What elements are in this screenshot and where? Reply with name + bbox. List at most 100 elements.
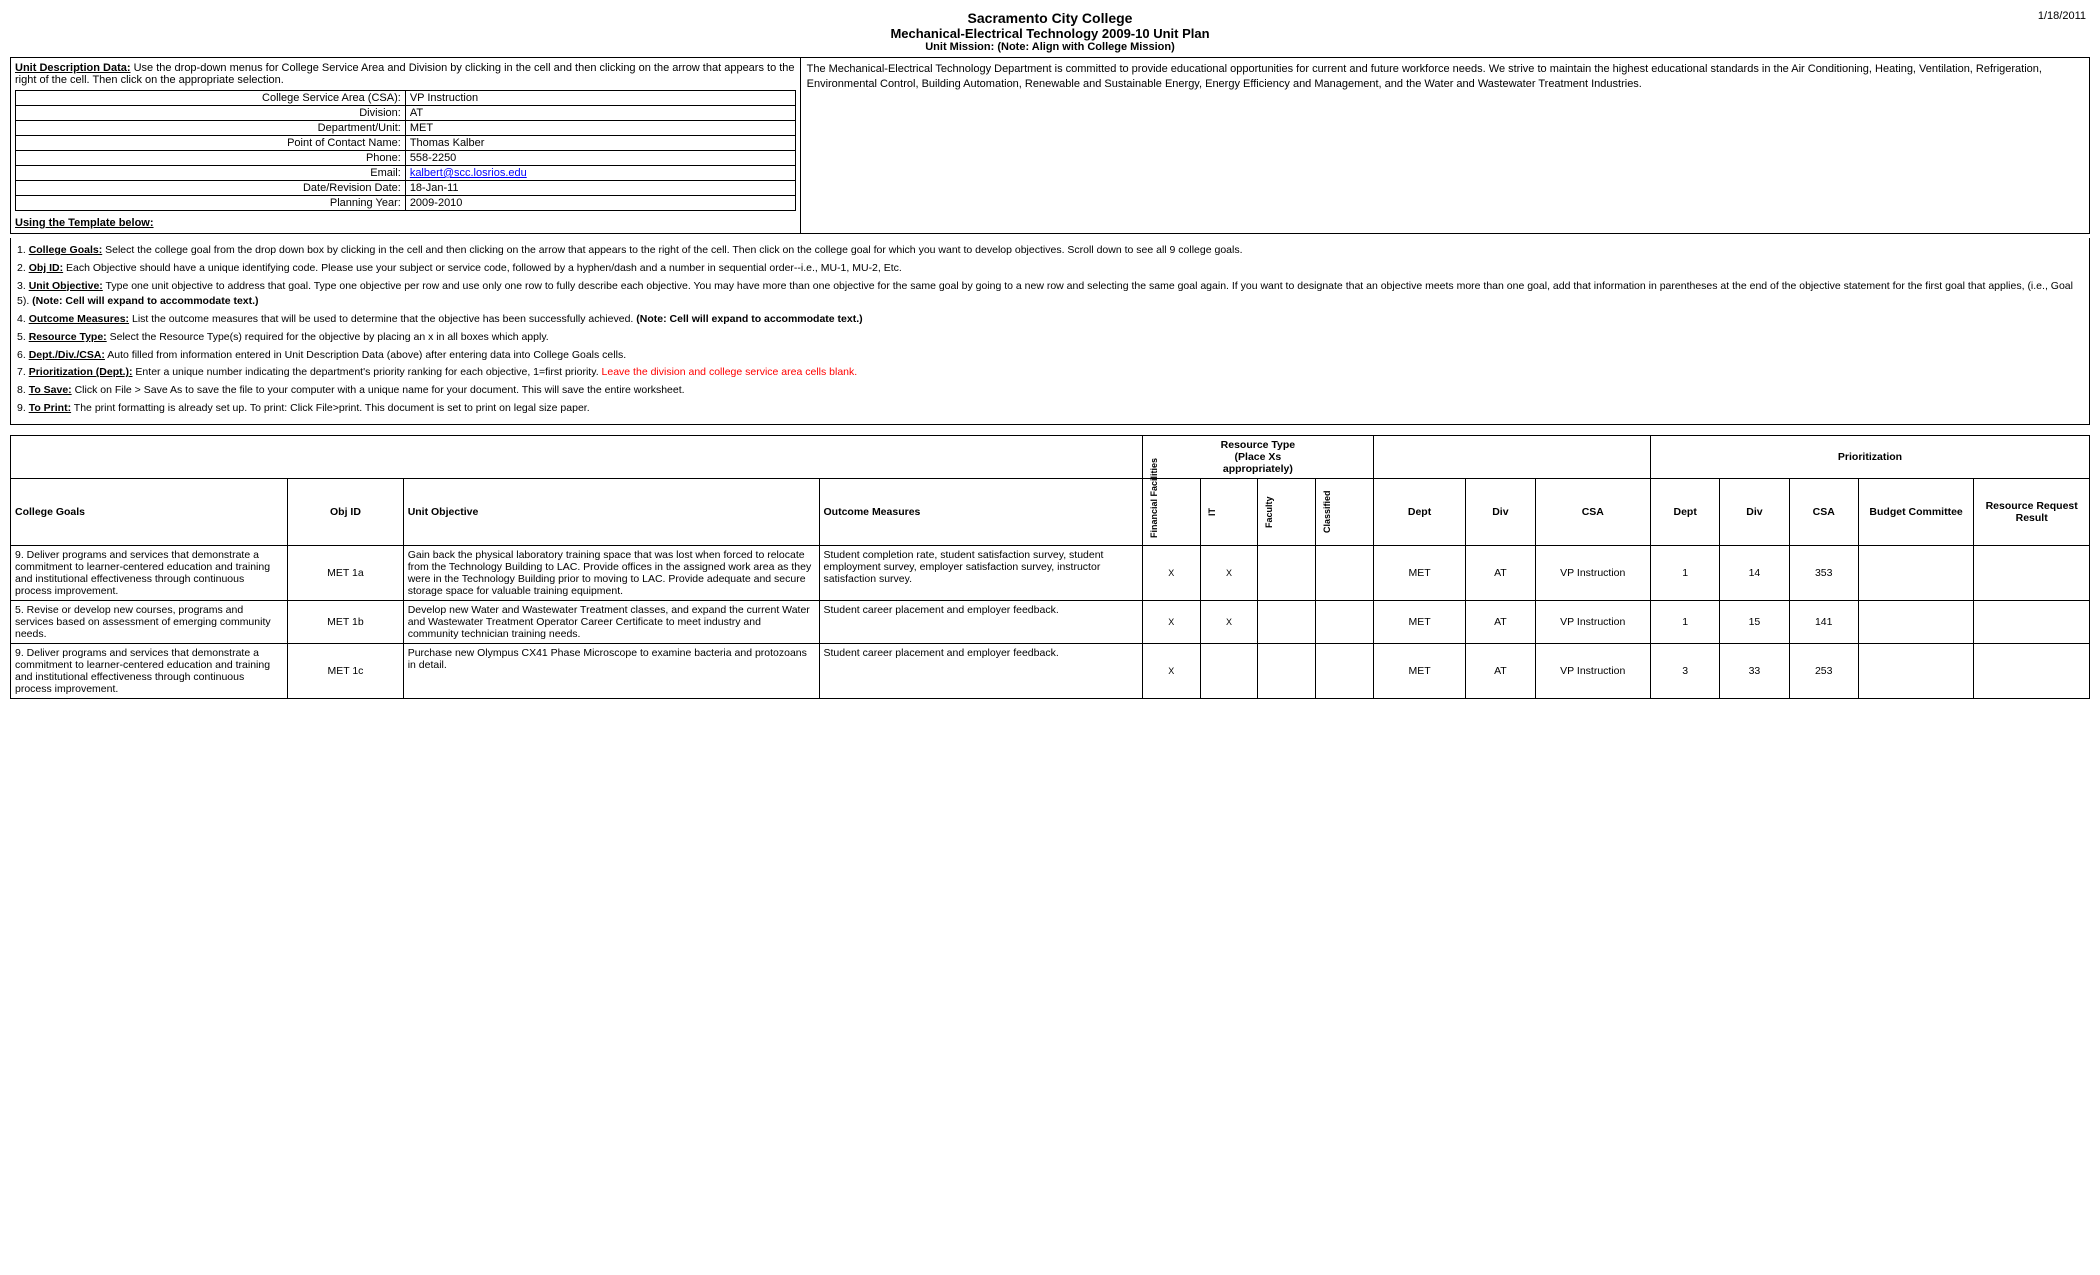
p-csa-cell: 141	[1789, 600, 1858, 643]
info-row: College Service Area (CSA):VP Instructio…	[16, 91, 796, 106]
csa-cell: VP Instruction	[1535, 545, 1650, 600]
info-label: Department/Unit:	[16, 121, 406, 136]
p-div-cell: 33	[1720, 643, 1789, 698]
col-header-faculty: Faculty	[1258, 478, 1316, 545]
p-csa-cell: 253	[1789, 643, 1858, 698]
div-cell: AT	[1466, 600, 1535, 643]
main-data-table: Resource Type(Place Xsappropriately) Pri…	[10, 435, 2090, 699]
financial-cell: X	[1142, 643, 1200, 698]
top-section: Unit Description Data: Use the drop-down…	[10, 57, 2090, 234]
info-label: Phone:	[16, 151, 406, 166]
inst-bold-label: College Goals:	[29, 244, 103, 256]
unit-obj-cell: Gain back the physical laboratory traini…	[403, 545, 819, 600]
col-header-classified: Classified	[1316, 478, 1374, 545]
info-label: Email:	[16, 166, 406, 181]
unit-desc-label: Unit Description Data:	[15, 62, 131, 74]
inst-bold-label: Outcome Measures:	[29, 313, 129, 325]
template-note: Using the Template below:	[15, 217, 796, 229]
college-goals-cell: 5. Revise or develop new courses, progra…	[11, 600, 288, 643]
outcome-cell: Student completion rate, student satisfa…	[819, 545, 1142, 600]
inst-text: Select the Resource Type(s) required for…	[107, 331, 549, 343]
unit-description-text: Unit Description Data: Use the drop-down…	[15, 62, 796, 86]
inst-text: Type one unit objective to address that …	[17, 280, 2073, 308]
outcome-cell: Student career placement and employer fe…	[819, 600, 1142, 643]
info-value: 18-Jan-11	[405, 181, 795, 196]
info-value: Thomas Kalber	[405, 136, 795, 151]
info-value: MET	[405, 121, 795, 136]
table-row: 9. Deliver programs and services that de…	[11, 545, 2090, 600]
unit-desc-body: Use the drop-down menus for College Serv…	[15, 62, 795, 86]
col-header-div: Div	[1466, 478, 1535, 545]
classified-cell	[1316, 643, 1374, 698]
col-header-obj-id: Obj ID	[288, 478, 403, 545]
col-header-it: IT	[1200, 478, 1258, 545]
financial-cell: X	[1142, 600, 1200, 643]
inst-text: Select the college goal from the drop do…	[102, 244, 1242, 256]
title1: Sacramento City College	[10, 10, 2090, 26]
inst-text: Enter a unique number indicating the dep…	[133, 366, 602, 378]
info-value: VP Instruction	[405, 91, 795, 106]
prioritization-header: Prioritization	[1651, 435, 2090, 478]
obj-id-cell: MET 1c	[288, 643, 403, 698]
info-label: Planning Year:	[16, 196, 406, 211]
info-value: AT	[405, 106, 795, 121]
inst-num: 7.	[17, 366, 29, 378]
college-goals-cell: 9. Deliver programs and services that de…	[11, 643, 288, 698]
main-table-wrapper: Resource Type(Place Xsappropriately) Pri…	[10, 435, 2090, 699]
page-header: Sacramento City College Mechanical-Elect…	[10, 10, 2090, 53]
dept-cell: MET	[1373, 643, 1465, 698]
p-dept-cell: 3	[1651, 643, 1720, 698]
dept-cell: MET	[1373, 545, 1465, 600]
college-goals-cell: 9. Deliver programs and services that de…	[11, 545, 288, 600]
div-cell: AT	[1466, 545, 1535, 600]
budget-cell	[1858, 643, 1973, 698]
info-value: 558-2250	[405, 151, 795, 166]
info-label: Division:	[16, 106, 406, 121]
obj-id-cell: MET 1a	[288, 545, 403, 600]
instruction-line: 2. Obj ID: Each Objective should have a …	[17, 261, 2083, 277]
csa-cell: VP Instruction	[1535, 643, 1650, 698]
info-label: College Service Area (CSA):	[16, 91, 406, 106]
col-header-p-dept: Dept	[1651, 478, 1720, 545]
table-row: 9. Deliver programs and services that de…	[11, 643, 2090, 698]
info-row: Division:AT	[16, 106, 796, 121]
inst-bold-end: (Note: Cell will expand to accommodate t…	[29, 295, 258, 307]
inst-num: 8.	[17, 384, 29, 396]
p-dept-cell: 1	[1651, 600, 1720, 643]
inst-text: The print formatting is already set up. …	[71, 402, 590, 414]
table-row: 5. Revise or develop new courses, progra…	[11, 600, 2090, 643]
instruction-line: 8. To Save: Click on File > Save As to s…	[17, 383, 2083, 399]
instruction-line: 4. Outcome Measures: List the outcome me…	[17, 312, 2083, 328]
csa-cell: VP Instruction	[1535, 600, 1650, 643]
p-div-cell: 14	[1720, 545, 1789, 600]
info-row: Phone:558-2250	[16, 151, 796, 166]
title2: Mechanical-Electrical Technology 2009-10…	[10, 26, 2090, 41]
col-header-resource: Resource Request Result	[1974, 478, 2090, 545]
faculty-cell	[1258, 600, 1316, 643]
col-header-unit-obj: Unit Objective	[403, 478, 819, 545]
col-header-dept: Dept	[1373, 478, 1465, 545]
header-row-group1: Resource Type(Place Xsappropriately) Pri…	[11, 435, 2090, 478]
instruction-line: 9. To Print: The print formatting is alr…	[17, 401, 2083, 417]
inst-bold-label: To Save:	[29, 384, 72, 396]
col-header-p-csa: CSA	[1789, 478, 1858, 545]
col-header-csa: CSA	[1535, 478, 1650, 545]
col-header-outcome: Outcome Measures	[819, 478, 1142, 545]
classified-cell	[1316, 600, 1374, 643]
dept-cell: MET	[1373, 600, 1465, 643]
mission-text: The Mechanical-Electrical Technology Dep…	[801, 58, 2089, 233]
budget-cell	[1858, 545, 1973, 600]
unit-obj-cell: Purchase new Olympus CX41 Phase Microsco…	[403, 643, 819, 698]
info-row: Email: kalbert@scc.losrios.edu	[16, 166, 796, 181]
email-link[interactable]: kalbert@scc.losrios.edu	[410, 167, 527, 179]
instruction-line: 1. College Goals: Select the college goa…	[17, 243, 2083, 259]
info-value: kalbert@scc.losrios.edu	[405, 166, 795, 181]
col-header-p-div: Div	[1720, 478, 1789, 545]
info-value: 2009-2010	[405, 196, 795, 211]
inst-red-text: Leave the division and college service a…	[602, 366, 858, 378]
resource-cell	[1974, 600, 2090, 643]
inst-text: Auto filled from information entered in …	[105, 349, 626, 361]
header-row-group2: College Goals Obj ID Unit Objective Outc…	[11, 478, 2090, 545]
p-csa-cell: 353	[1789, 545, 1858, 600]
obj-id-cell: MET 1b	[288, 600, 403, 643]
